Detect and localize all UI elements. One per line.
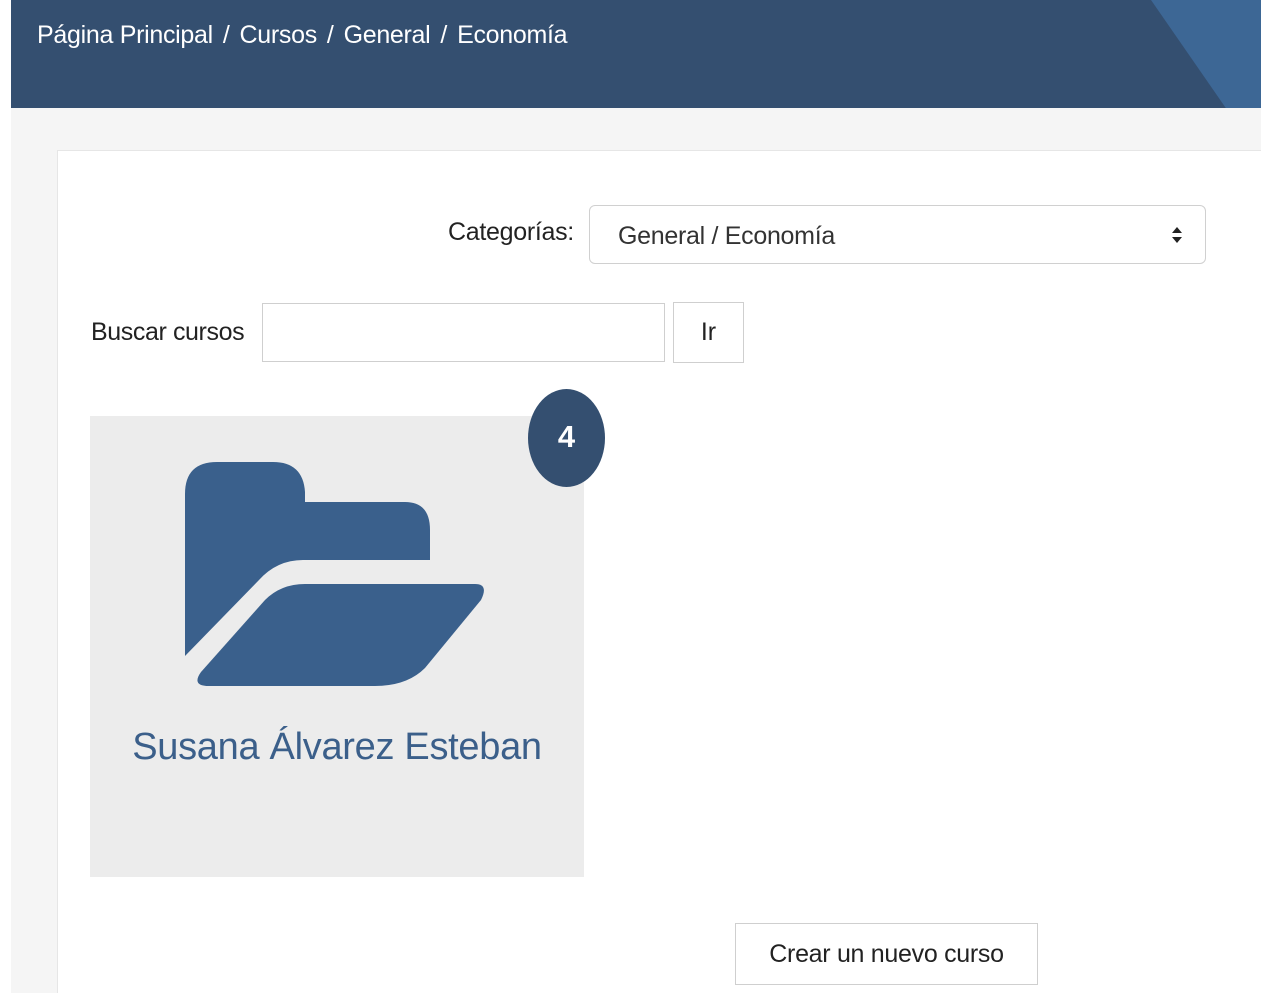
course-count-badge: 4 — [528, 389, 605, 487]
sort-arrows-icon — [1172, 227, 1182, 243]
breadcrumb-item-general[interactable]: General — [344, 21, 431, 49]
create-course-button[interactable]: Crear un nuevo curso — [735, 923, 1038, 985]
header-decoration — [1151, 0, 1261, 108]
search-input[interactable] — [262, 303, 665, 362]
breadcrumb-separator: / — [440, 21, 448, 49]
breadcrumb: Página Principal / Cursos / General / Economía — [37, 21, 568, 50]
category-select[interactable]: General / Economía — [589, 205, 1206, 264]
left-margin — [0, 0, 11, 993]
breadcrumb-separator: / — [222, 21, 230, 49]
category-tile[interactable]: Susana Álvarez Esteban — [90, 416, 584, 877]
page-header: Página Principal / Cursos / General / Economía — [11, 0, 1261, 108]
breadcrumb-separator: / — [326, 21, 334, 49]
breadcrumb-item-economy[interactable]: Economía — [457, 21, 567, 49]
category-select-value: General / Economía — [618, 222, 835, 250]
search-label: Buscar cursos — [91, 318, 245, 346]
category-name[interactable]: Susana Álvarez Esteban — [90, 726, 584, 769]
category-label: Categorías: — [448, 218, 574, 246]
breadcrumb-item-home[interactable]: Página Principal — [37, 21, 213, 49]
folder-open-icon — [185, 462, 484, 686]
search-go-button[interactable]: Ir — [673, 302, 744, 363]
breadcrumb-item-courses[interactable]: Cursos — [240, 21, 318, 49]
